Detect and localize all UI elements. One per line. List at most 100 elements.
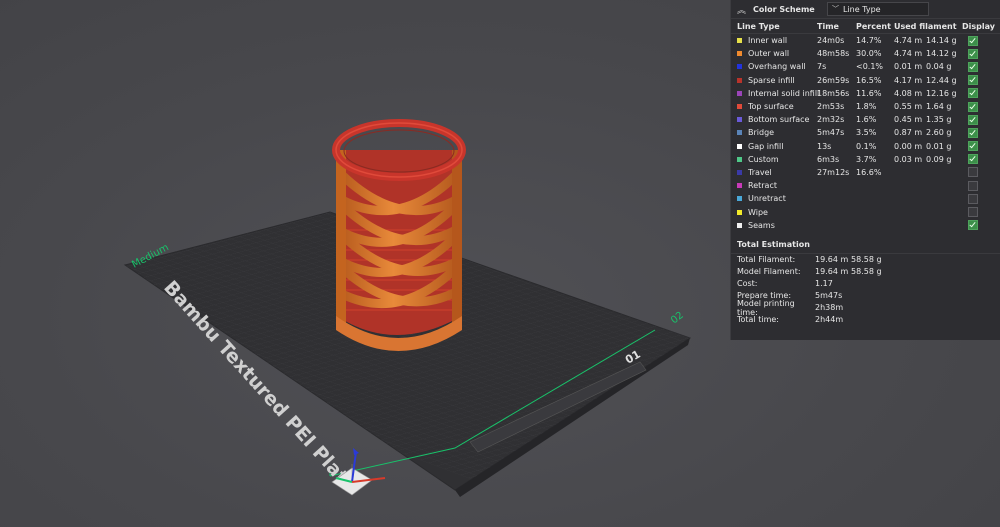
filament-weight: 0.01 g [926, 141, 952, 151]
display-checkbox[interactable] [968, 207, 978, 218]
color-swatch [737, 156, 742, 162]
filament-cell [894, 221, 962, 230]
printed-model[interactable] [332, 119, 466, 351]
display-checkbox[interactable] [968, 180, 978, 191]
estimation-label: Model Filament: [737, 267, 801, 277]
filament-length: 0.45 m [894, 115, 923, 125]
filament-weight: 0.04 g [926, 62, 952, 72]
line-type-cell: Outer wall [737, 49, 817, 58]
legend-row: Inner wall 24m0s 14.7% 4.74 m 14.14 g [731, 34, 1000, 47]
estimation-value: 19.64 m [815, 267, 849, 277]
color-swatch [737, 77, 742, 83]
display-checkbox[interactable] [968, 61, 978, 72]
estimation-value: 1.17 [815, 279, 833, 289]
color-swatch [737, 183, 742, 189]
display-checkbox[interactable] [968, 141, 978, 152]
filament-cell [894, 168, 962, 177]
estimation-value: 19.64 m [815, 255, 849, 265]
display-checkbox[interactable] [968, 75, 978, 86]
line-type-name: Outer wall [748, 49, 790, 59]
display-cell [962, 35, 996, 46]
filament-length: 0.55 m [894, 102, 923, 112]
line-type-name: Internal solid infill [748, 88, 820, 98]
filament-cell [894, 194, 962, 203]
build-scene[interactable]: Bambu Textured PEI Plate Medium 02 01 [0, 0, 730, 527]
display-checkbox[interactable] [968, 48, 978, 59]
legend-rows: Inner wall 24m0s 14.7% 4.74 m 14.14 g Outer w… [731, 34, 1000, 232]
display-cell [962, 114, 996, 125]
display-checkbox[interactable] [968, 193, 978, 204]
estimation-label: Total time: [737, 315, 779, 325]
display-cell [962, 141, 996, 152]
col-display: Display [962, 21, 995, 31]
filament-cell: 0.01 m 0.04 g [894, 62, 962, 71]
collapse-icon[interactable]: ︽ [737, 3, 749, 16]
line-type-name: Retract [748, 181, 777, 191]
line-type-cell: Wipe [737, 208, 817, 217]
line-type-name: Gap infill [748, 141, 784, 151]
estimation-label: Total Filament: [737, 255, 796, 265]
display-cell [962, 220, 996, 231]
line-type-cell: Sparse infill [737, 76, 817, 85]
filament-length: 4.17 m [894, 75, 923, 85]
display-checkbox[interactable] [968, 114, 978, 125]
filament-length: 4.08 m [894, 88, 923, 98]
percent-cell: 16.6% [856, 167, 882, 177]
estimation-row: Model Filament: 19.64 m 58.58 g [731, 266, 1000, 278]
legend-row: Seams [731, 219, 1000, 232]
percent-cell: 14.7% [856, 36, 882, 46]
time-cell: 6m3s [817, 154, 840, 164]
legend-row: Bridge 5m47s 3.5% 0.87 m 2.60 g [731, 126, 1000, 139]
filament-length: 4.74 m [894, 36, 923, 46]
filament-weight: 14.14 g [926, 36, 957, 46]
filament-weight: 12.16 g [926, 88, 957, 98]
estimation-value: 2h38m [815, 303, 844, 313]
color-swatch [737, 143, 742, 149]
display-checkbox[interactable] [968, 154, 978, 165]
display-checkbox[interactable] [968, 127, 978, 138]
display-checkbox[interactable] [968, 167, 978, 178]
filament-cell: 0.45 m 1.35 g [894, 115, 962, 124]
line-type-name: Inner wall [748, 36, 788, 46]
filament-cell: 0.87 m 2.60 g [894, 128, 962, 137]
col-time: Time [817, 21, 839, 31]
display-checkbox[interactable] [968, 35, 978, 46]
filament-weight: 1.64 g [926, 102, 952, 112]
line-type-name: Top surface [748, 102, 794, 112]
display-cell [962, 154, 996, 165]
line-type-name: Wipe [748, 207, 768, 217]
color-swatch [737, 117, 742, 123]
display-checkbox[interactable] [968, 220, 978, 231]
filament-cell: 0.03 m 0.09 g [894, 155, 962, 164]
time-cell: 48m58s [817, 49, 850, 59]
color-swatch [737, 104, 742, 110]
display-checkbox[interactable] [968, 88, 978, 99]
display-cell [962, 127, 996, 138]
legend-panel: ︽ Color Scheme ﹀ Line Type Line Type Tim… [730, 0, 1000, 340]
line-type-cell: Seams [737, 221, 817, 230]
time-cell: 2m53s [817, 102, 845, 112]
legend-row: Bottom surface 2m32s 1.6% 0.45 m 1.35 g [731, 113, 1000, 126]
color-scheme-value: Line Type [843, 4, 881, 14]
line-type-name: Overhang wall [748, 62, 806, 72]
legend-row: Top surface 2m53s 1.8% 0.55 m 1.64 g [731, 100, 1000, 113]
color-swatch [737, 51, 742, 57]
plate-edge-label: 02 [669, 310, 686, 327]
time-cell: 18m56s [817, 88, 850, 98]
time-cell: 7s [817, 62, 827, 72]
percent-cell: 11.6% [856, 88, 882, 98]
display-cell [962, 167, 996, 178]
percent-cell: 1.8% [856, 102, 877, 112]
color-swatch [737, 64, 742, 70]
percent-cell: 1.6% [856, 115, 877, 125]
display-cell [962, 75, 996, 86]
estimation-label: Cost: [737, 279, 758, 289]
line-type-cell: Custom [737, 155, 817, 164]
filament-length: 0.03 m [894, 154, 923, 164]
color-scheme-select[interactable]: ﹀ Line Type [827, 2, 929, 16]
display-checkbox[interactable] [968, 101, 978, 112]
line-type-name: Custom [748, 154, 779, 164]
display-cell [962, 48, 996, 59]
color-swatch [737, 38, 742, 44]
total-estimation-title: Total Estimation [731, 237, 1000, 254]
